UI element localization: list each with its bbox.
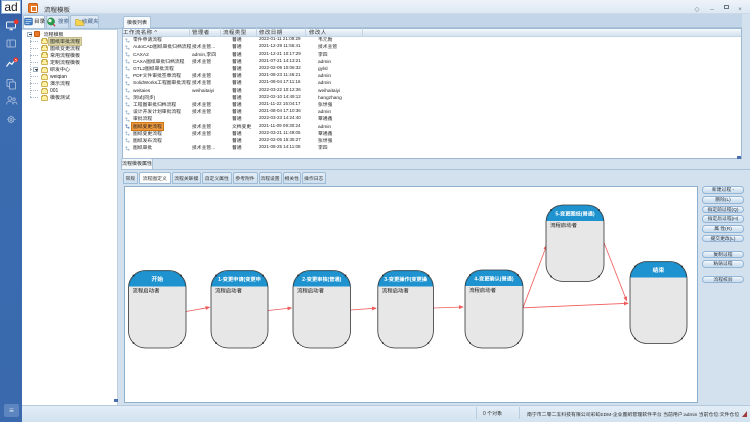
svg-text:1-变更申请(变更申: 1-变更申请(变更申 bbox=[218, 276, 261, 283]
svg-text:4-变更确认(普通): 4-变更确认(普通) bbox=[474, 276, 513, 283]
svg-text:5-变更图纸(普通): 5-变更图纸(普通) bbox=[555, 211, 594, 218]
svg-text:流程启动者: 流程启动者 bbox=[215, 287, 243, 295]
svg-text:流程启动者: 流程启动者 bbox=[382, 287, 410, 295]
svg-text:2-变更审核(普通): 2-变更审核(普通) bbox=[302, 276, 341, 283]
svg-text:流程启动者: 流程启动者 bbox=[550, 221, 578, 229]
svg-text:3-变更操作(变更操: 3-变更操作(变更操 bbox=[384, 276, 427, 283]
svg-text:流程启动者: 流程启动者 bbox=[469, 286, 497, 294]
svg-text:流程启动者: 流程启动者 bbox=[297, 287, 325, 295]
svg-text:开始: 开始 bbox=[151, 274, 163, 283]
svg-text:结束: 结束 bbox=[653, 265, 665, 274]
svg-text:流程启动者: 流程启动者 bbox=[133, 287, 161, 295]
svg-text:5: 5 bbox=[15, 58, 17, 62]
